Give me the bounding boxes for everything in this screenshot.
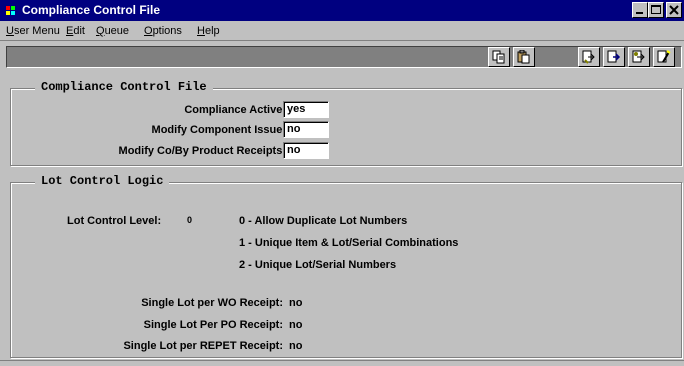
minimize-icon[interactable] xyxy=(632,2,648,18)
modify-coby-product-receipts-field[interactable]: no xyxy=(283,142,329,159)
single-lot-wo-receipt-label: Single Lot per WO Receipt: xyxy=(141,297,283,309)
window-title: Compliance Control File xyxy=(22,3,161,17)
menu-bar: User Menu Edit Queue Options Help xyxy=(0,21,684,41)
previous-record-button[interactable] xyxy=(603,47,625,67)
menu-user-menu[interactable]: User Menu xyxy=(6,25,60,37)
lot-option-1: 1 - Unique Item & Lot/Serial Combination… xyxy=(239,237,459,249)
paste-button[interactable] xyxy=(513,47,535,67)
modify-coby-product-receipts-label: Modify Co/By Product Receipts: xyxy=(118,145,286,157)
app-icon xyxy=(6,6,18,15)
single-lot-po-receipt-label: Single Lot Per PO Receipt: xyxy=(143,319,283,331)
single-lot-po-receipt-value[interactable]: no xyxy=(289,319,302,331)
lot-option-2: 2 - Unique Lot/Serial Numbers xyxy=(239,259,397,271)
lot-control-level-label: Lot Control Level: xyxy=(67,215,162,227)
menu-queue[interactable]: Queue xyxy=(96,25,129,37)
window-bottom-edge xyxy=(0,360,684,366)
lot-control-level-value[interactable]: 0 xyxy=(187,215,192,225)
compliance-control-group: Compliance Control File Compliance Activ… xyxy=(10,80,682,166)
single-lot-repet-receipt-label: Single Lot per REPET Receipt: xyxy=(123,340,283,352)
lot-control-section-title: Lot Control Logic xyxy=(35,174,170,188)
next-record-icon xyxy=(582,50,595,64)
menu-options[interactable]: Options xyxy=(144,25,182,37)
single-lot-wo-receipt-value[interactable]: no xyxy=(289,297,302,309)
compliance-active-label: Compliance Active: xyxy=(184,104,286,116)
menu-help[interactable]: Help xyxy=(197,25,220,37)
modify-component-issue-field[interactable]: no xyxy=(283,121,329,138)
copy-icon xyxy=(492,50,505,64)
compliance-active-field[interactable]: yes xyxy=(283,101,329,118)
menu-edit[interactable]: Edit xyxy=(66,25,85,37)
find-record-button[interactable] xyxy=(628,47,650,67)
insert-record-button[interactable] xyxy=(653,47,675,67)
insert-record-icon xyxy=(657,50,671,63)
single-lot-repet-receipt-value[interactable]: no xyxy=(289,340,302,352)
maximize-icon[interactable] xyxy=(648,2,664,18)
compliance-section-title: Compliance Control File xyxy=(35,80,213,94)
toolbar xyxy=(0,42,684,72)
title-bar[interactable]: Compliance Control File xyxy=(0,0,684,21)
copy-button[interactable] xyxy=(488,47,510,67)
next-record-button[interactable] xyxy=(578,47,600,67)
lot-option-0: 0 - Allow Duplicate Lot Numbers xyxy=(239,215,408,227)
close-icon[interactable] xyxy=(666,2,682,18)
modify-component-issue-label: Modify Component Issue: xyxy=(151,124,286,136)
paste-icon xyxy=(517,50,530,64)
previous-record-icon xyxy=(607,50,621,63)
lot-control-group: Lot Control Logic Lot Control Level: 0 0… xyxy=(10,174,682,358)
find-record-icon xyxy=(632,50,645,63)
compliance-control-window: Compliance Control File User Menu Edit Q… xyxy=(0,0,684,366)
